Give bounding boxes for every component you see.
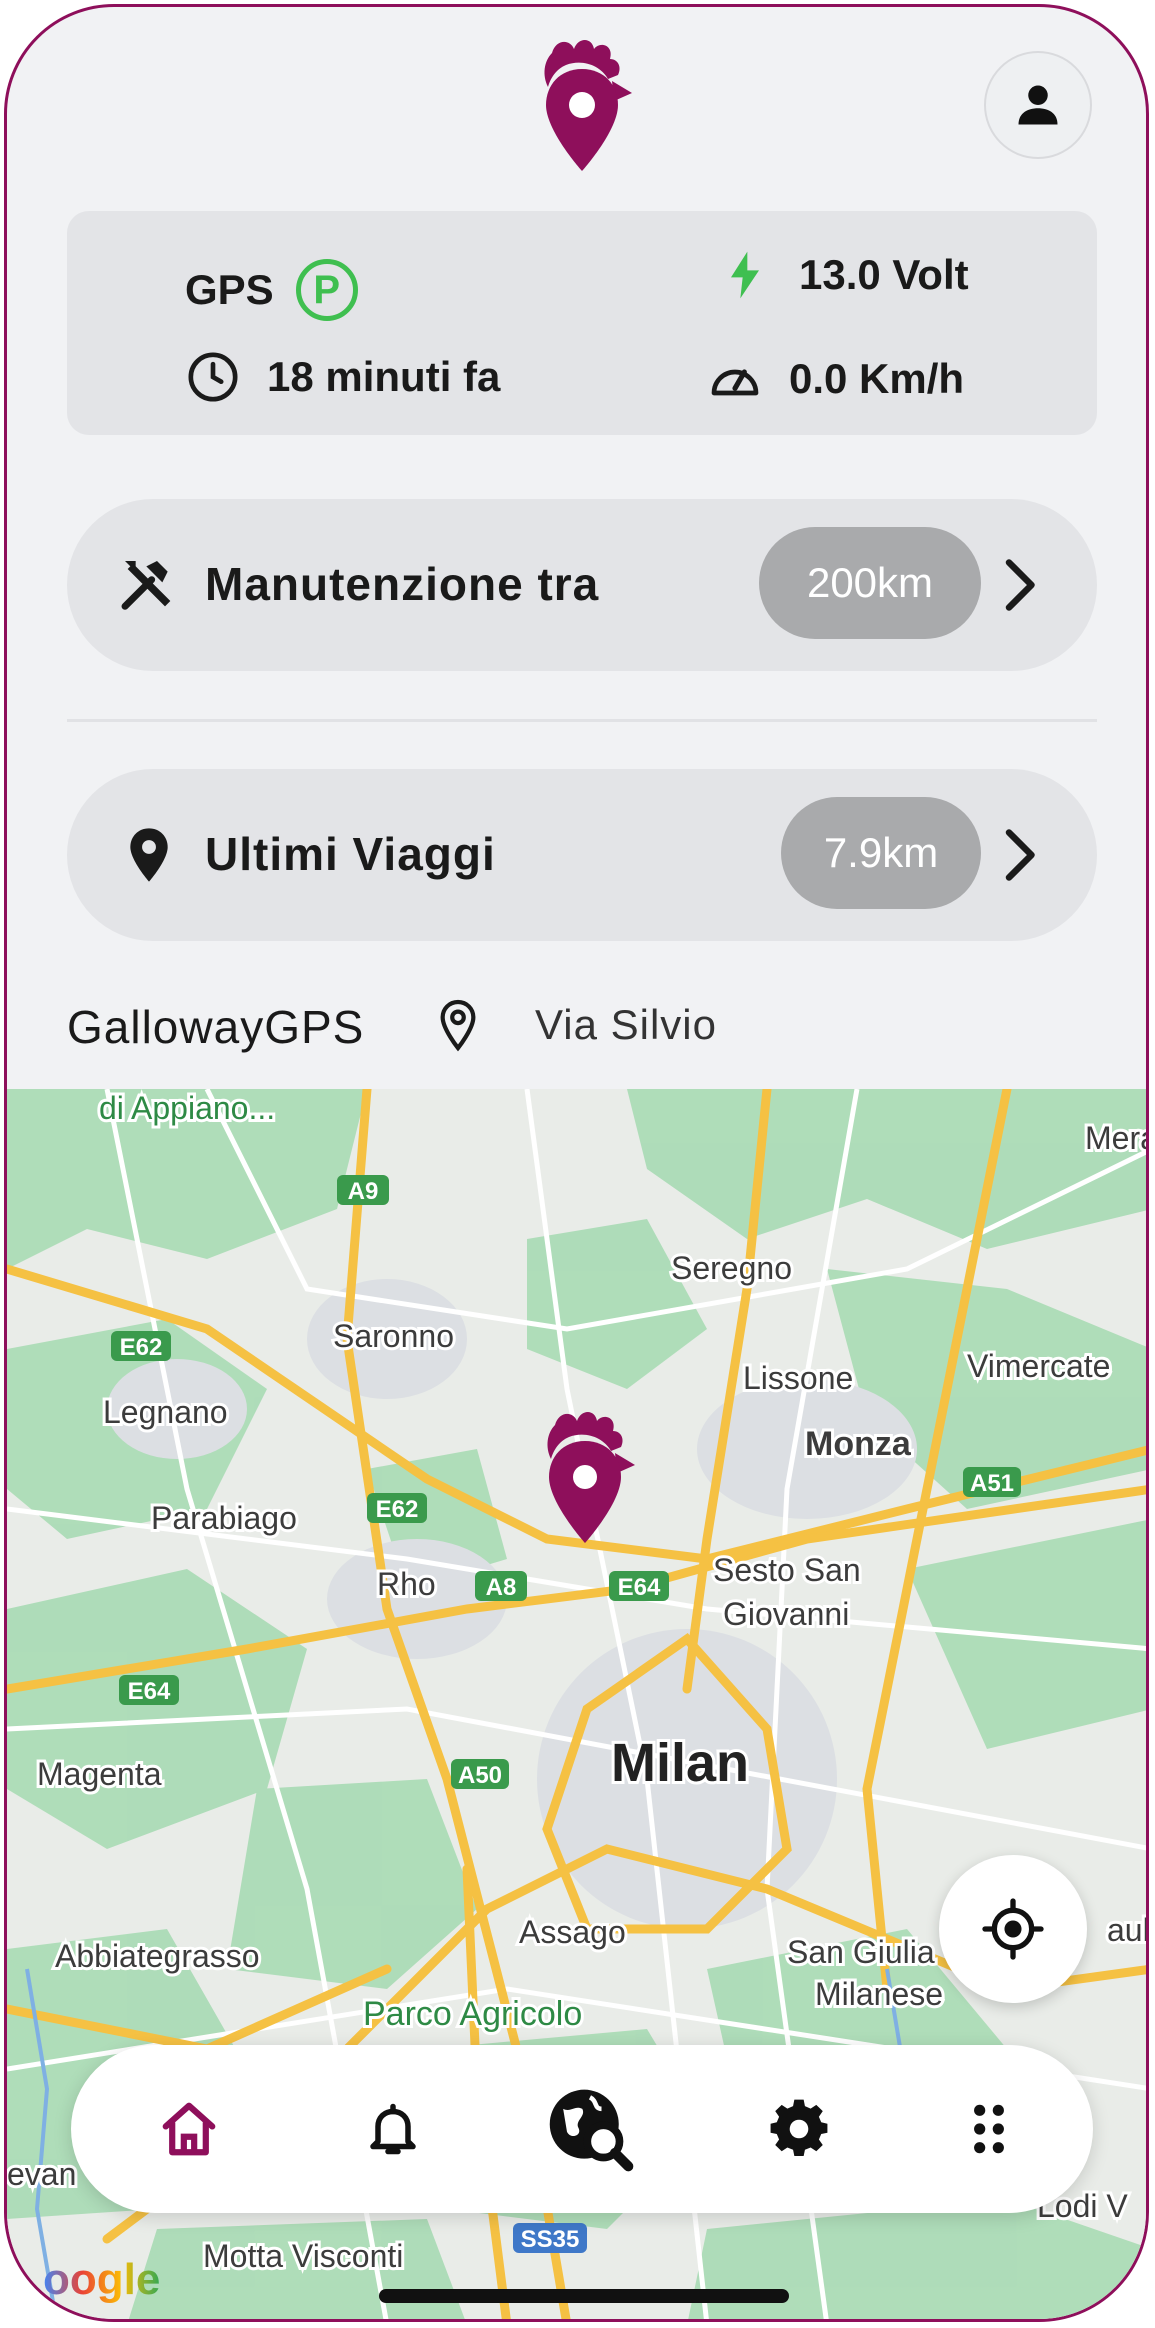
- shield-e62-b: E62: [376, 1496, 419, 1523]
- location-pin-icon: [130, 828, 168, 882]
- chevron-right-icon: [1005, 829, 1035, 881]
- map-label-saronno: Saronno: [333, 1318, 454, 1354]
- map-label-lissone: Lissone: [743, 1360, 853, 1396]
- voltage-text: 13.0 Volt: [799, 251, 969, 298]
- shield-e64-b: E64: [128, 1678, 171, 1705]
- google-logo-text: oogle: [43, 2255, 161, 2304]
- trips-label: Ultimi Viaggi: [205, 828, 496, 880]
- map-label-monza: Monza: [805, 1425, 912, 1463]
- home-icon: [162, 2102, 216, 2156]
- gps-label: GPS: [185, 266, 274, 313]
- map-label-appiano: di Appiano...: [99, 1090, 275, 1126]
- map-label-sangiuliano-line1: San Giulia: [787, 1934, 935, 1970]
- map-label-motta: Motta Visconti: [203, 2238, 403, 2274]
- profile-button[interactable]: [984, 51, 1092, 159]
- person-icon: [1018, 85, 1058, 125]
- nav-more[interactable]: [941, 2081, 1037, 2177]
- map-label-seregno: Seregno: [671, 1250, 792, 1286]
- google-attribution: oogle: [43, 2255, 160, 2305]
- gear-icon: [770, 2099, 828, 2157]
- location-outline-icon: [440, 999, 476, 1052]
- map-label-legnano: Legnano: [103, 1394, 228, 1430]
- crosshair-icon: [982, 1898, 1044, 1960]
- maintenance-row[interactable]: Manutenzione tra 200km: [67, 499, 1097, 671]
- shield-a51: A51: [970, 1470, 1014, 1497]
- map-label-magenta: Magenta: [37, 1756, 162, 1792]
- tools-icon: [121, 561, 171, 610]
- time-ago-text: 18 minuti fa: [267, 353, 501, 400]
- map-label-parco: Parco Agricolo: [363, 1995, 582, 2033]
- map-label-abbiategrasso: Abbiategrasso: [55, 1938, 260, 1974]
- device-info: GallowayGPS: [67, 995, 364, 1059]
- maintenance-label: Manutenzione tra: [205, 558, 600, 610]
- clock-icon: [188, 352, 238, 402]
- map-label-sesto-line1: Sesto San: [713, 1552, 861, 1588]
- device-name: GallowayGPS: [67, 1001, 365, 1053]
- globe-search-icon: [549, 2089, 634, 2172]
- device-address: Via Silvio: [435, 975, 1105, 1075]
- chevron-right-icon: [1005, 559, 1035, 611]
- trips-distance-badge: 7.9km: [781, 797, 981, 909]
- shield-a50: A50: [458, 1762, 502, 1789]
- app-screen: GPS P 18 minuti fa 13.0 Volt 0.0 Km/h Ma…: [4, 4, 1149, 2322]
- parked-badge: P: [295, 259, 358, 321]
- map-label-mera: Mera: [1085, 1120, 1149, 1156]
- current-speed: 0.0 Km/h: [707, 351, 964, 407]
- nav-map-search[interactable]: [535, 2073, 645, 2183]
- gps-status: GPS P: [185, 259, 358, 321]
- shield-ss35: SS35: [521, 2226, 580, 2253]
- map-label-sesto-line2: Giovanni: [723, 1596, 849, 1632]
- map-label-vevan: evan: [7, 2156, 76, 2192]
- nav-notifications[interactable]: [345, 2081, 441, 2177]
- map-label-paullo: aullo: [1107, 1912, 1149, 1948]
- speed-text: 0.0 Km/h: [789, 355, 965, 402]
- my-location-button[interactable]: [939, 1855, 1087, 2003]
- bell-icon: [370, 2103, 416, 2155]
- map-label-sangiuliano-line2: Milanese: [815, 1976, 943, 2012]
- divider: [67, 719, 1097, 722]
- address-text: Via Silvio: [535, 1001, 717, 1048]
- home-indicator: [379, 2289, 789, 2303]
- maintenance-distance-badge: 200km: [759, 527, 981, 639]
- last-update: 18 minuti fa: [185, 349, 500, 405]
- lightning-icon: [731, 251, 759, 299]
- bottom-navigation: [71, 2045, 1093, 2213]
- vehicle-status-card: GPS P 18 minuti fa 13.0 Volt 0.0 Km/h: [67, 211, 1097, 435]
- shield-e64-a: E64: [618, 1574, 661, 1601]
- shield-a9: A9: [348, 1178, 379, 1205]
- nav-settings[interactable]: [751, 2081, 847, 2177]
- map-label-parabiago: Parabiago: [151, 1500, 297, 1536]
- map-label-milan: Milan: [611, 1733, 749, 1793]
- marquee-fade: [765, 975, 1105, 1075]
- shield-e62-a: E62: [120, 1334, 163, 1361]
- rooster-pin-logo: [544, 40, 632, 171]
- shield-a8: A8: [486, 1574, 517, 1601]
- recent-trips-row[interactable]: Ultimi Viaggi 7.9km: [67, 769, 1097, 941]
- map-label-vimercate: Vimercate: [967, 1348, 1110, 1384]
- battery-voltage: 13.0 Volt: [717, 247, 969, 303]
- map-label-assago: Assago: [519, 1914, 626, 1950]
- apps-grid-icon: [974, 2104, 1004, 2154]
- map-label-rho: Rho: [377, 1566, 436, 1602]
- speedometer-icon: [711, 369, 759, 396]
- nav-home[interactable]: [141, 2081, 237, 2177]
